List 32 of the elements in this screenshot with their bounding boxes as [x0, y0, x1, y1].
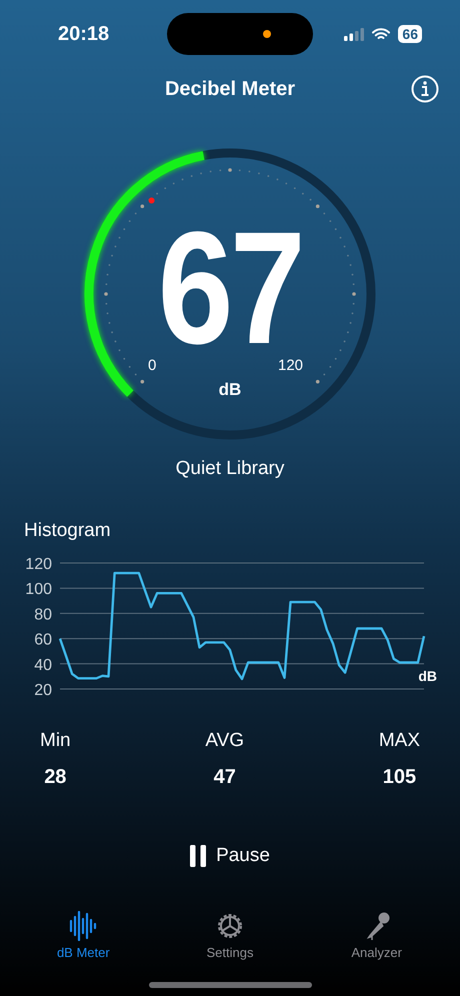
axis-label: 60	[34, 632, 52, 649]
scale-max: 120	[278, 357, 304, 374]
waveform-icon	[69, 911, 98, 941]
unit-label: dB	[218, 380, 242, 400]
pause-icon	[190, 845, 206, 867]
axis-label: 120	[25, 556, 52, 573]
section-title: Histogram	[24, 520, 111, 542]
stat-label: MAX	[378, 730, 420, 752]
tab-bar-item[interactable]: Settings	[174, 911, 285, 960]
wifi-icon	[372, 28, 390, 40]
axis-label: 100	[25, 581, 52, 598]
unit-label: dB	[418, 668, 437, 684]
stat-value: 47	[214, 766, 236, 789]
stat-label: Min	[40, 730, 71, 752]
stat-value: 28	[44, 766, 66, 789]
clock: 20:18	[58, 22, 110, 46]
signal-icon	[344, 28, 364, 40]
decibel-reading: 67	[158, 228, 302, 348]
tab-bar-item[interactable]: Analyzer	[322, 911, 432, 960]
info-button[interactable]	[410, 74, 440, 104]
axis-label: 40	[34, 656, 52, 674]
tab-bar-item[interactable]: dB Meter	[28, 911, 138, 960]
stat-label: AVG	[205, 730, 244, 752]
pause-button[interactable]: Pause	[184, 841, 276, 871]
battery-level: 66	[398, 25, 422, 43]
axis-label: 20	[34, 682, 52, 699]
axis-label: 80	[34, 606, 52, 624]
environment-label: Quiet Library	[176, 458, 284, 480]
peak-dot	[148, 198, 155, 204]
stat-value: 105	[382, 766, 416, 789]
scale-min: 0	[148, 357, 156, 374]
screen-title: Decibel Meter	[164, 78, 296, 100]
